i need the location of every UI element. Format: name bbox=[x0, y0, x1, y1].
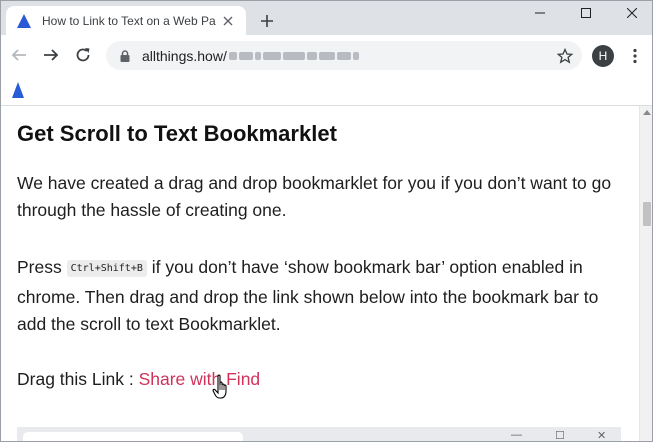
instruction-text-before: Press bbox=[17, 257, 67, 277]
kebab-menu-icon bbox=[633, 48, 637, 64]
scrollbar-thumb[interactable] bbox=[643, 202, 651, 226]
browser-menu-button[interactable] bbox=[624, 45, 646, 67]
back-arrow-icon bbox=[11, 49, 26, 61]
allthings-how-logo-icon bbox=[17, 13, 31, 28]
keyboard-shortcut: Ctrl+Shift+B bbox=[66, 260, 147, 277]
star-icon bbox=[557, 48, 573, 64]
intro-paragraph: We have created a drag and drop bookmark… bbox=[17, 173, 612, 220]
share-with-find-link[interactable]: Share with Find bbox=[139, 369, 261, 389]
minimize-button[interactable] bbox=[517, 0, 563, 26]
reload-button[interactable] bbox=[69, 41, 97, 69]
title-bar: How to Link to Text on a Web Pa bbox=[0, 0, 653, 35]
hand-pointer-icon bbox=[212, 374, 227, 399]
maximize-icon bbox=[581, 8, 591, 18]
minimize-icon bbox=[535, 12, 545, 14]
page-content: Get Scroll to Text Bookmarklet We have c… bbox=[0, 106, 639, 442]
bookmarks-bar bbox=[0, 75, 653, 106]
plus-icon bbox=[261, 15, 273, 27]
drag-label: Drag this Link : bbox=[17, 369, 139, 389]
close-icon bbox=[627, 8, 637, 18]
bookmark-star-button[interactable] bbox=[554, 45, 576, 67]
close-tab-icon[interactable] bbox=[218, 11, 238, 31]
lock-icon[interactable] bbox=[118, 49, 132, 63]
url-text: allthings.how/ bbox=[142, 47, 227, 64]
close-icon: ✕ bbox=[597, 430, 607, 442]
forward-button[interactable] bbox=[37, 41, 65, 69]
window-close-button[interactable] bbox=[609, 0, 653, 26]
browser-tab[interactable]: How to Link to Text on a Web Pa bbox=[6, 6, 246, 35]
forward-arrow-icon bbox=[44, 49, 59, 61]
maximize-button[interactable] bbox=[563, 0, 609, 26]
address-bar[interactable]: allthings.how/ bbox=[106, 41, 582, 70]
blurred-url-path bbox=[228, 51, 359, 60]
tab-title: How to Link to Text on a Web Pa bbox=[42, 13, 216, 28]
allthings-how-logo-icon[interactable] bbox=[10, 81, 26, 99]
embedded-screenshot-preview: — ☐ ✕ bbox=[17, 427, 621, 442]
vertical-scrollbar[interactable] bbox=[639, 106, 653, 442]
embedded-tab bbox=[23, 432, 243, 442]
reload-icon bbox=[76, 48, 90, 62]
back-button[interactable] bbox=[5, 41, 33, 69]
drag-link-line: Drag this Link : Share with Find bbox=[17, 366, 629, 393]
maximize-icon: ☐ bbox=[555, 430, 565, 442]
instruction-paragraph: Press Ctrl+Shift+B if you don’t have ‘sh… bbox=[17, 254, 629, 338]
profile-avatar[interactable]: H bbox=[592, 45, 614, 67]
minimize-icon: — bbox=[511, 429, 522, 441]
new-tab-button[interactable] bbox=[256, 10, 278, 32]
scroll-up-arrow-icon[interactable] bbox=[643, 110, 651, 115]
article-heading: Get Scroll to Text Bookmarklet bbox=[17, 121, 337, 146]
browser-toolbar: allthings.how/ H bbox=[0, 35, 653, 75]
